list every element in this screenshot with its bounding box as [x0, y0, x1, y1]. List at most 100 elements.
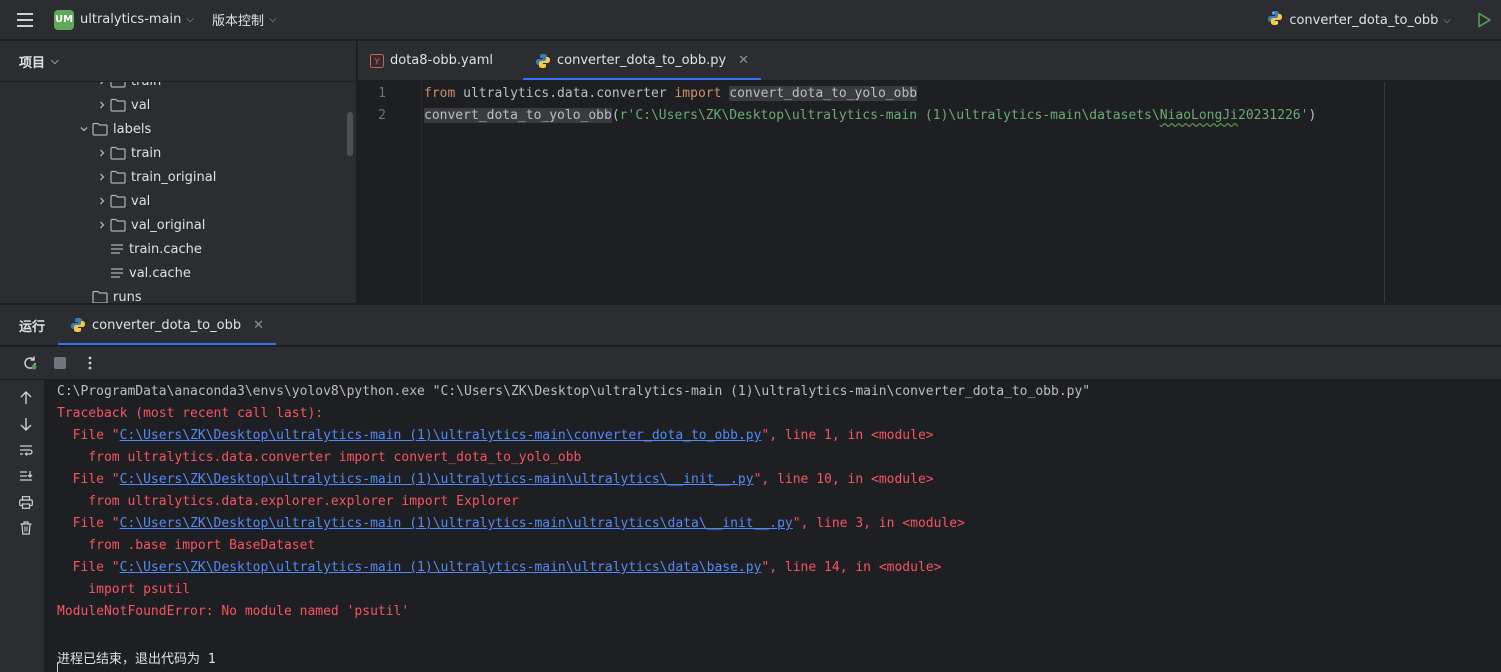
project-tree: trainvallabelstraintrain_originalvalval_…	[0, 82, 346, 303]
file-text-icon	[110, 267, 124, 279]
console-line: import psutil	[57, 582, 191, 597]
project-name: ultralytics-main	[80, 12, 182, 27]
console-line: from ultralytics.data.converter import c…	[57, 450, 582, 465]
run-side-toolbar	[0, 380, 45, 672]
chevron-down-icon: ⌵	[1443, 14, 1451, 26]
tree-item[interactable]: labels	[76, 117, 151, 141]
tree-scrollbar[interactable]	[347, 112, 353, 156]
folder-icon	[110, 82, 126, 88]
hamburger-icon	[17, 12, 33, 27]
chevron-down-icon: ⌵	[186, 14, 194, 25]
print-button[interactable]	[16, 492, 36, 512]
python-icon	[1267, 10, 1283, 30]
run-panel-title: 运行	[19, 319, 46, 335]
tree-item[interactable]: val	[94, 189, 150, 213]
console-line: 进程已结束，退出代码为 1	[57, 652, 216, 667]
chevron-right-icon[interactable]	[94, 82, 110, 86]
folder-icon	[110, 146, 126, 160]
console-output[interactable]: C:\ProgramData\anaconda3\envs\yolov8\pyt…	[46, 380, 1501, 672]
file-link[interactable]: C:\Users\ZK\Desktop\ultralytics-main (1)…	[120, 472, 754, 487]
line-number: 2	[378, 108, 386, 123]
clear-console-button[interactable]	[16, 518, 36, 538]
tree-item-label: val	[131, 193, 151, 209]
yaml-icon: Y	[370, 53, 384, 68]
chevron-right-icon[interactable]	[94, 100, 110, 110]
tab-dota8-obb-yaml[interactable]: Y dota8-obb.yaml	[358, 41, 505, 80]
tree-item[interactable]: train_original	[94, 165, 216, 189]
chevron-right-icon[interactable]	[94, 196, 110, 206]
console-line: File "C:\Users\ZK\Desktop\ultralytics-ma…	[57, 428, 934, 443]
project-badge: UM	[54, 9, 74, 30]
editor-tabs: Y dota8-obb.yaml converter_dota_to_obb.p…	[358, 41, 1501, 81]
close-icon[interactable]: ✕	[253, 318, 264, 333]
console-line: C:\ProgramData\anaconda3\envs\yolov8\pyt…	[57, 384, 1091, 399]
file-link[interactable]: C:\Users\ZK\Desktop\ultralytics-main (1)…	[120, 560, 762, 575]
run-config-selector[interactable]: converter_dota_to_obb ⌵	[1267, 0, 1451, 40]
scroll-down-button[interactable]	[16, 414, 36, 434]
tree-item-label: val	[131, 97, 151, 113]
more-options-button[interactable]	[78, 351, 102, 375]
tree-item[interactable]: train.cache	[94, 237, 202, 261]
folder-icon	[110, 170, 126, 184]
code-line: convert_dota_to_yolo_obb(r'C:\Users\ZK\D…	[424, 108, 1317, 123]
code-line: from ultralytics.data.converter import c…	[424, 86, 918, 101]
rerun-icon	[24, 356, 37, 370]
run-panel-header: 运行 converter_dota_to_obb ✕	[0, 304, 1501, 346]
console-line: ModuleNotFoundError: No module named 'ps…	[57, 604, 410, 619]
tree-item-label: labels	[113, 121, 152, 137]
chevron-down-icon[interactable]	[76, 124, 92, 134]
rerun-button[interactable]	[18, 351, 42, 375]
file-link[interactable]: C:\Users\ZK\Desktop\ultralytics-main (1)…	[120, 516, 793, 531]
run-config-name: converter_dota_to_obb	[1289, 12, 1439, 28]
code-editor[interactable]: 1 2 from ultralytics.data.converter impo…	[358, 82, 1501, 303]
stop-icon	[54, 357, 66, 369]
stop-button[interactable]	[48, 351, 72, 375]
close-icon[interactable]: ✕	[738, 53, 749, 68]
arrow-down-icon	[20, 418, 32, 431]
right-margin-guide	[1384, 82, 1385, 303]
console-caret	[57, 662, 58, 672]
scroll-to-end-button[interactable]	[16, 466, 36, 486]
tree-item-label: runs	[113, 289, 142, 304]
project-switcher[interactable]: UM ultralytics-main ⌵	[54, 9, 194, 30]
tree-item-label: train_original	[131, 169, 217, 185]
project-panel-header[interactable]: 项目 ⌵	[0, 41, 356, 81]
title-bar: UM ultralytics-main ⌵ 版本控制 ⌵ converter_d…	[0, 0, 1501, 40]
run-toolbar	[0, 347, 1501, 379]
more-vertical-icon	[88, 356, 92, 370]
file-link[interactable]: C:\Users\ZK\Desktop\ultralytics-main (1)…	[120, 428, 762, 443]
console-line: File "C:\Users\ZK\Desktop\ultralytics-ma…	[57, 516, 965, 531]
run-tab-converter-dota-to-obb[interactable]: converter_dota_to_obb ✕	[58, 305, 276, 345]
chevron-down-icon: ⌵	[51, 55, 59, 67]
console-line: File "C:\Users\ZK\Desktop\ultralytics-ma…	[57, 472, 934, 487]
soft-wrap-button[interactable]	[16, 440, 36, 460]
main-menu-button[interactable]	[0, 0, 50, 40]
chevron-right-icon[interactable]	[94, 148, 110, 158]
python-icon	[70, 317, 86, 333]
printer-icon	[19, 495, 33, 509]
run-button[interactable]	[1475, 11, 1493, 29]
tree-item[interactable]: val_original	[94, 213, 205, 237]
tree-item[interactable]: runs	[76, 285, 142, 303]
tab-converter-dota-to-obb-py[interactable]: converter_dota_to_obb.py ✕	[523, 41, 762, 80]
tree-item[interactable]: train	[94, 141, 161, 165]
folder-icon	[110, 98, 126, 112]
line-gutter: 1 2	[358, 82, 422, 303]
tree-item-label: train.cache	[129, 241, 202, 257]
python-icon	[535, 53, 551, 69]
console-line: from .base import BaseDataset	[57, 538, 316, 553]
tree-item[interactable]: val	[94, 93, 150, 117]
tree-item-label: train	[131, 145, 162, 161]
scroll-up-button[interactable]	[16, 388, 36, 408]
console-line: File "C:\Users\ZK\Desktop\ultralytics-ma…	[57, 560, 942, 575]
run-tab-label: converter_dota_to_obb	[92, 317, 242, 333]
soft-wrap-icon	[20, 445, 33, 456]
folder-icon	[110, 194, 126, 208]
tree-item[interactable]: val.cache	[94, 261, 191, 285]
tree-item[interactable]: train	[94, 82, 161, 93]
vcs-menu[interactable]: 版本控制 ⌵	[212, 10, 277, 29]
svg-text:Y: Y	[373, 57, 380, 67]
chevron-right-icon[interactable]	[94, 220, 110, 230]
folder-icon	[92, 122, 108, 136]
chevron-right-icon[interactable]	[94, 172, 110, 182]
